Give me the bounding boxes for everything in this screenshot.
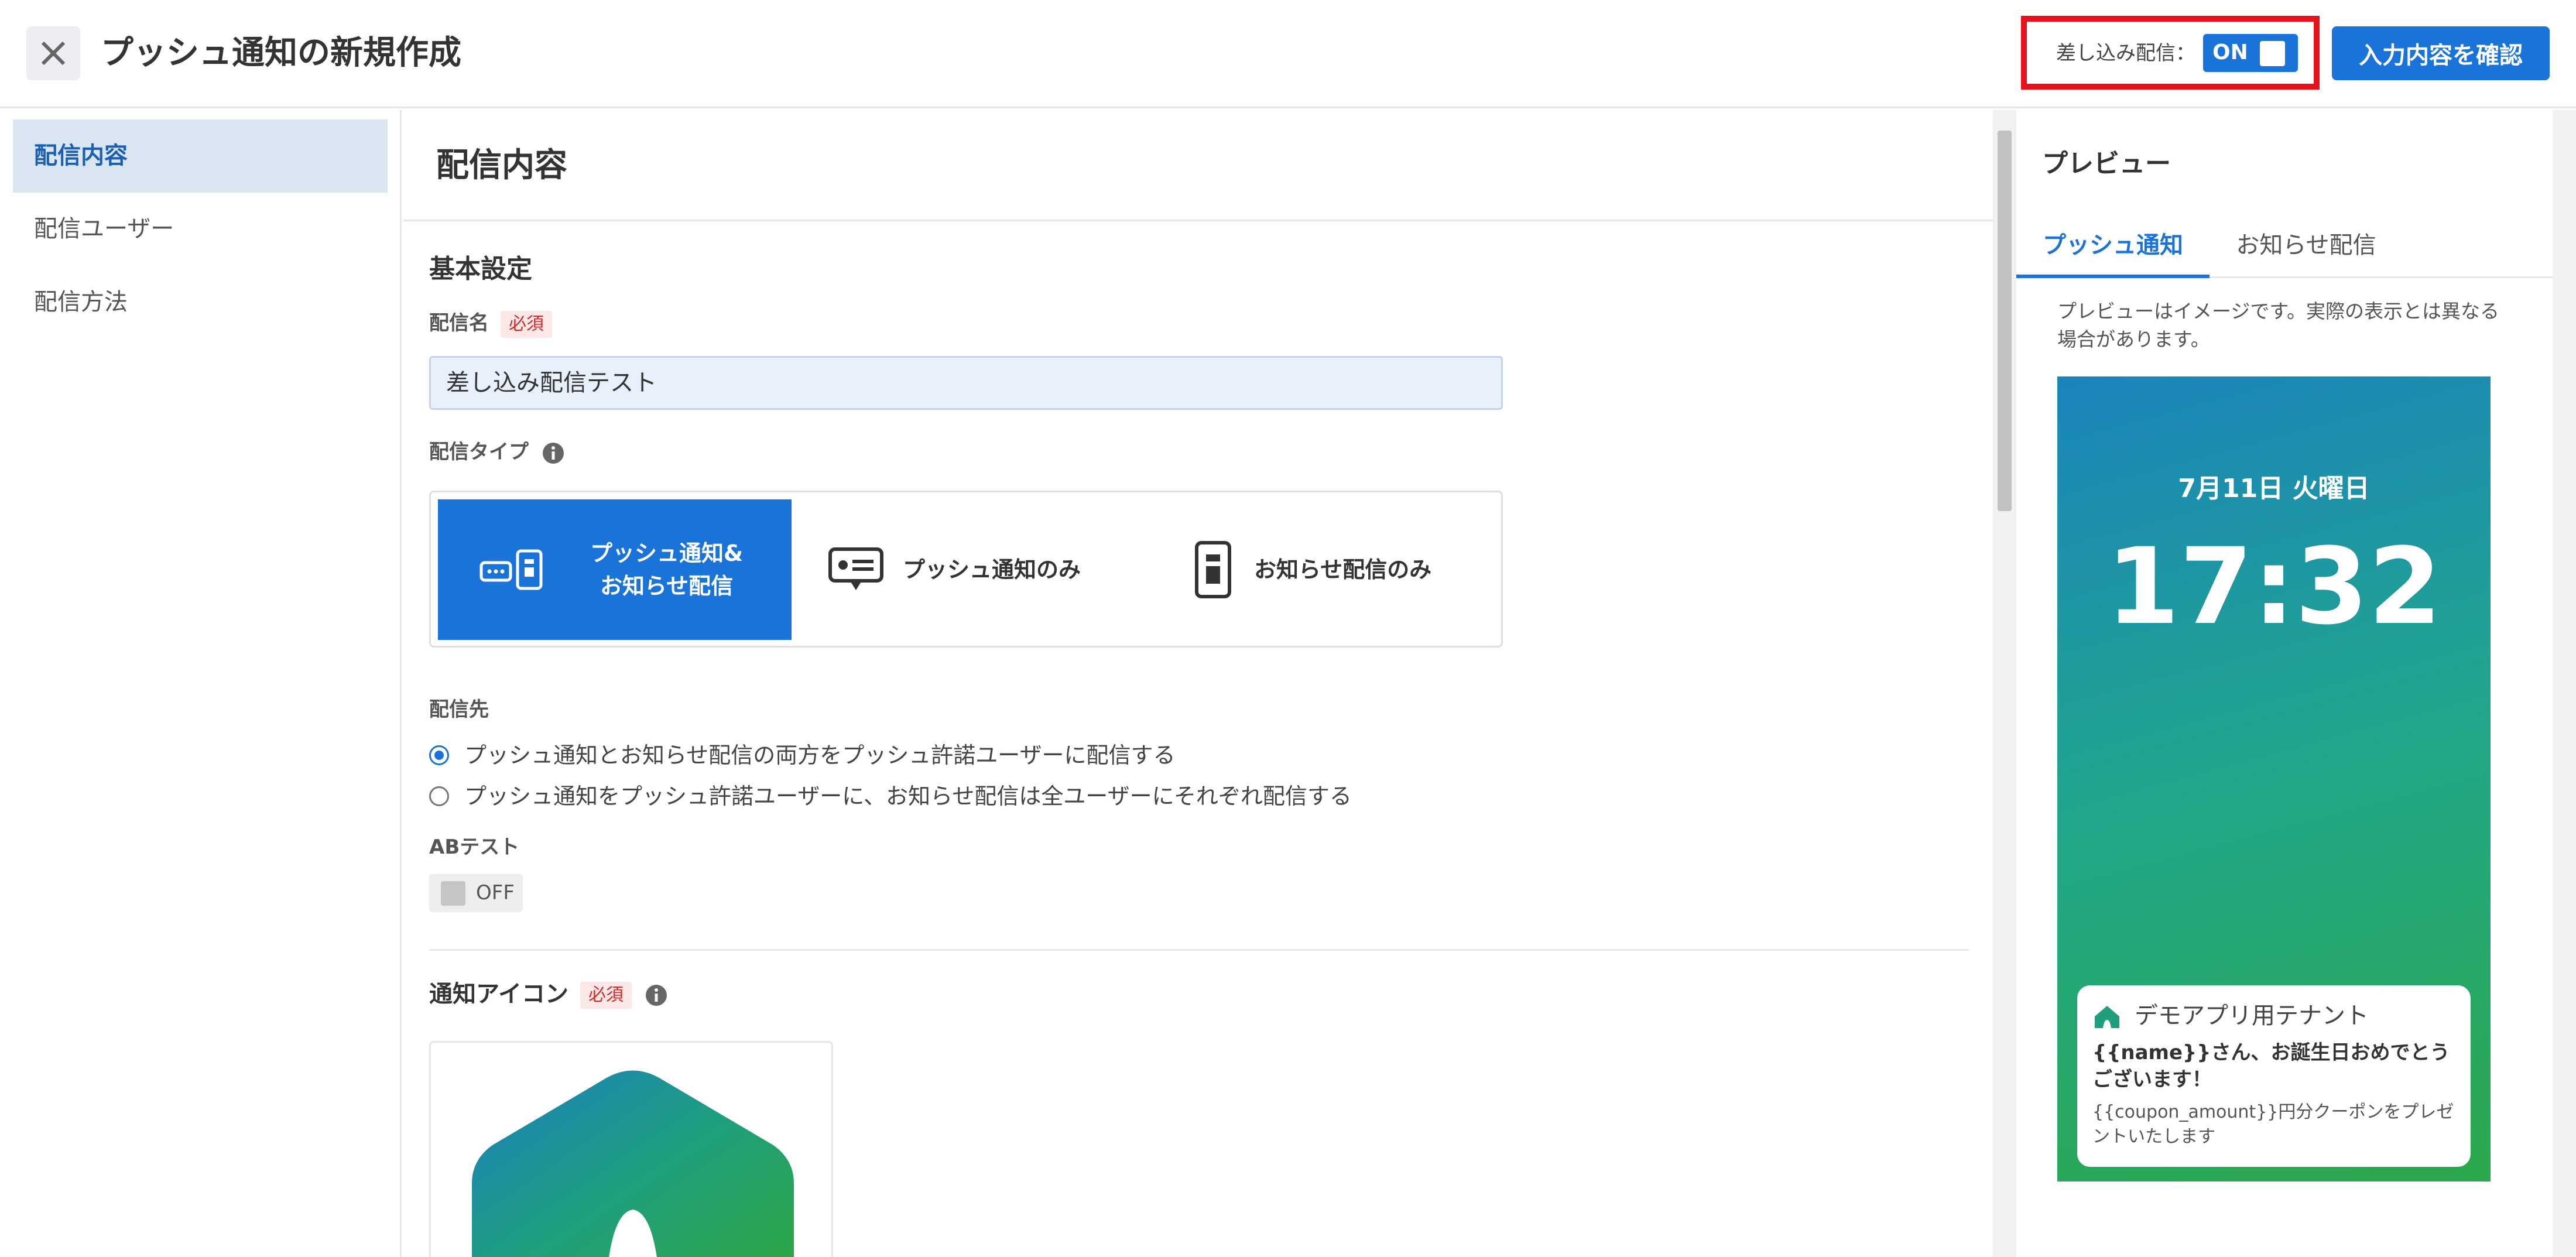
required-badge: 必須 xyxy=(501,310,552,338)
info-icon[interactable] xyxy=(645,984,668,1007)
header: プッシュ通知の新規作成 差し込み配信： ON 入力内容を確認 xyxy=(0,0,2576,108)
sidebar: 配信内容 配信ユーザー 配信方法 xyxy=(0,110,402,1257)
preview-note: プレビューはイメージです。実際の表示とは異なる場合があります。 xyxy=(2057,300,2500,351)
push-and-notice-icon xyxy=(479,549,543,590)
type-option-push-and-notice[interactable]: プッシュ通知& お知らせ配信 xyxy=(438,499,792,640)
notification-card: デモアプリ用テナント {{name}}さん、お誕生日おめでとうございます！ {{… xyxy=(2077,985,2471,1167)
type-line-1: プッシュ通知& xyxy=(590,540,744,566)
main-panel: 配信内容 基本設定 配信名 必須 差し込み配信テスト 配信タイプ プッシュ通知& … xyxy=(403,110,1993,1257)
type-line-2: お知らせ配信 xyxy=(600,573,734,599)
type-field-label: 配信タイプ xyxy=(429,438,565,466)
toggle-knob xyxy=(441,881,465,906)
ab-test-label: ABテスト xyxy=(429,835,520,859)
ab-toggle-state: OFF xyxy=(476,881,515,905)
type-option-label: お知らせ配信のみ xyxy=(1254,557,1432,583)
info-icon[interactable] xyxy=(542,441,565,465)
preview-tabs: プッシュ通知 お知らせ配信 xyxy=(2016,213,2553,278)
sidebar-item-method[interactable]: 配信方法 xyxy=(13,266,388,339)
destination-option-2[interactable]: プッシュ通知をプッシュ許諾ユーザーに、お知らせ配信は全ユーザーにそれぞれ配信する xyxy=(429,780,1352,812)
delivery-name-input[interactable]: 差し込み配信テスト xyxy=(429,356,1503,410)
section-title: 配信内容 xyxy=(436,146,567,184)
basic-settings-heading: 基本設定 xyxy=(429,254,532,284)
preview-title: プレビュー xyxy=(2042,149,2171,179)
notification-app-name: デモアプリ用テナント xyxy=(2135,1002,2369,1029)
radio-button[interactable] xyxy=(429,745,449,765)
type-option-push-only[interactable]: プッシュ通知のみ xyxy=(792,499,1143,640)
main-header: 配信内容 xyxy=(403,110,1993,221)
delivery-type-selector: プッシュ通知& お知らせ配信 プッシュ通知のみ お知らせ配信のみ xyxy=(429,491,1503,648)
notification-header: デモアプリ用テナント xyxy=(2092,999,2455,1032)
ab-test-toggle[interactable]: OFF xyxy=(429,874,523,912)
notification-icon-preview[interactable] xyxy=(429,1041,833,1257)
push-message-icon xyxy=(828,547,883,590)
name-field-label: 配信名 必須 xyxy=(429,309,552,338)
icon-label-text: 通知アイコン xyxy=(429,981,568,1008)
type-option-notice-only[interactable]: お知らせ配信のみ xyxy=(1143,499,1494,640)
name-label-text: 配信名 xyxy=(429,311,489,335)
phone-lockscreen-preview: 7月11日 火曜日 17:32 デモアプリ用テナント {{name}}さん、お誕… xyxy=(2057,376,2491,1181)
close-icon xyxy=(41,41,66,66)
toggle-knob xyxy=(2260,41,2285,66)
preview-panel: プレビュー プッシュ通知 お知らせ配信 プレビューはイメージです。実際の表示とは… xyxy=(2016,110,2553,1257)
destination-option-1[interactable]: プッシュ通知とお知らせ配信の両方をプッシュ許諾ユーザーに配信する xyxy=(429,739,1175,771)
sidebar-item-users[interactable]: 配信ユーザー xyxy=(13,193,388,266)
lockscreen-date: 7月11日 火曜日 xyxy=(2178,474,2370,504)
destination-label: 配信先 xyxy=(429,698,489,721)
app-logo-icon xyxy=(472,1070,794,1257)
notification-body: {{coupon_amount}}円分クーポンをプレゼントいたします xyxy=(2092,1102,2454,1147)
type-option-label: プッシュ通知& お知らせ配信 xyxy=(590,537,743,602)
preview-scrollbar[interactable] xyxy=(2553,110,2576,1257)
lockscreen-time: 17:32 xyxy=(2106,526,2442,648)
app-logo-icon xyxy=(2095,1006,2119,1028)
tab-push-notification[interactable]: プッシュ通知 xyxy=(2016,213,2210,278)
divider xyxy=(429,949,1969,951)
sidebar-item-content[interactable]: 配信内容 xyxy=(13,119,388,193)
scrollbar-thumb[interactable] xyxy=(1998,131,2012,511)
radio-button[interactable] xyxy=(429,786,449,806)
notification-title: {{name}}さん、お誕生日おめでとうございます！ xyxy=(2092,1041,2450,1091)
insert-delivery-toggle[interactable]: ON xyxy=(2203,34,2298,72)
insert-toggle-state: ON xyxy=(2212,40,2248,64)
destination-option-label: プッシュ通知とお知らせ配信の両方をプッシュ許諾ユーザーに配信する xyxy=(464,742,1176,768)
required-badge: 必須 xyxy=(580,982,632,1009)
page-title: プッシュ通知の新規作成 xyxy=(101,34,461,72)
type-option-label: プッシュ通知のみ xyxy=(903,557,1081,583)
notice-phone-icon xyxy=(1195,541,1231,598)
confirm-input-button[interactable]: 入力内容を確認 xyxy=(2332,26,2550,80)
type-label-text: 配信タイプ xyxy=(429,440,529,464)
notification-icon-heading: 通知アイコン 必須 xyxy=(429,977,668,1012)
main-scrollbar[interactable] xyxy=(1993,110,2016,1257)
destination-option-label: プッシュ通知をプッシュ許諾ユーザーに、お知らせ配信は全ユーザーにそれぞれ配信する xyxy=(464,783,1352,809)
tab-notice-delivery[interactable]: お知らせ配信 xyxy=(2210,213,2403,278)
close-button[interactable] xyxy=(26,26,80,80)
insert-delivery-label: 差し込み配信： xyxy=(2056,42,2195,65)
